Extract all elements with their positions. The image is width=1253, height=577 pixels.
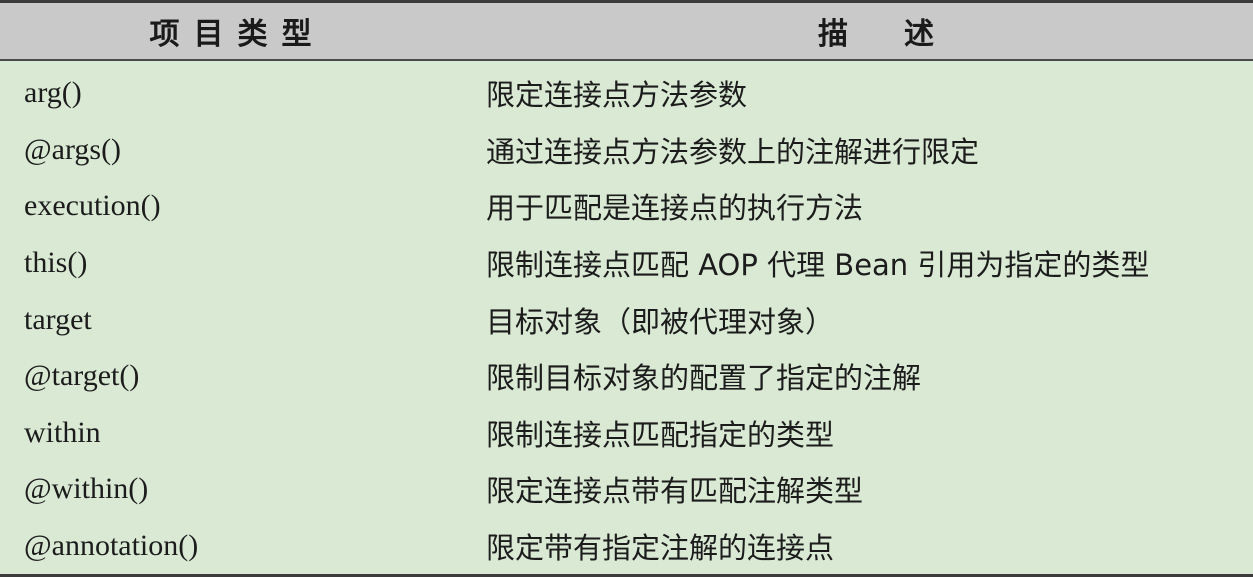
table-header: 项目类型 描述 bbox=[0, 3, 1253, 61]
cell-type: @target() bbox=[24, 359, 140, 393]
column-header-description: 描述 bbox=[818, 17, 990, 52]
table-body: arg() 限定连接点方法参数 @args() 通过连接点方法参数上的注解进行限… bbox=[0, 61, 1253, 574]
cell-type: execution() bbox=[24, 189, 161, 223]
cell-type: @within() bbox=[24, 472, 149, 506]
cell-description: 限制目标对象的配置了指定的注解 bbox=[486, 361, 922, 396]
column-header-type: 项目类型 bbox=[149, 17, 326, 52]
cell-type: within bbox=[24, 415, 101, 449]
table-row: @annotation() 限定带有指定注解的连接点 bbox=[0, 518, 1253, 575]
cell-description: 限定连接点方法参数 bbox=[486, 78, 748, 113]
cell-type: @args() bbox=[24, 132, 122, 166]
cell-type: this() bbox=[24, 246, 88, 280]
pointcut-designator-table: 项目类型 描述 arg() 限定连接点方法参数 @args() 通过连接点方法参… bbox=[0, 0, 1253, 577]
table-row: execution() 用于匹配是连接点的执行方法 bbox=[0, 178, 1253, 235]
cell-description: 限定连接点带有匹配注解类型 bbox=[486, 474, 864, 509]
cell-type: @annotation() bbox=[24, 529, 199, 563]
table-row: @target() 限制目标对象的配置了指定的注解 bbox=[0, 348, 1253, 405]
cell-description: 限制连接点匹配指定的类型 bbox=[486, 417, 835, 452]
table-row: target 目标对象（即被代理对象） bbox=[0, 291, 1253, 348]
cell-type: target bbox=[24, 302, 92, 336]
cell-description: 通过连接点方法参数上的注解进行限定 bbox=[486, 134, 980, 169]
cell-description: 用于匹配是连接点的执行方法 bbox=[486, 191, 864, 226]
table-row: this() 限制连接点匹配 AOP 代理 Bean 引用为指定的类型 bbox=[0, 235, 1253, 292]
table-row: @args() 通过连接点方法参数上的注解进行限定 bbox=[0, 122, 1253, 179]
table-row: within 限制连接点匹配指定的类型 bbox=[0, 405, 1253, 462]
cell-description: 目标对象（即被代理对象） bbox=[486, 304, 835, 339]
cell-description: 限制连接点匹配 AOP 代理 Bean 引用为指定的类型 bbox=[486, 248, 1150, 283]
cell-type: arg() bbox=[24, 76, 82, 110]
table-row: arg() 限定连接点方法参数 bbox=[0, 65, 1253, 122]
cell-description: 限定带有指定注解的连接点 bbox=[486, 531, 835, 566]
table-row: @within() 限定连接点带有匹配注解类型 bbox=[0, 461, 1253, 518]
